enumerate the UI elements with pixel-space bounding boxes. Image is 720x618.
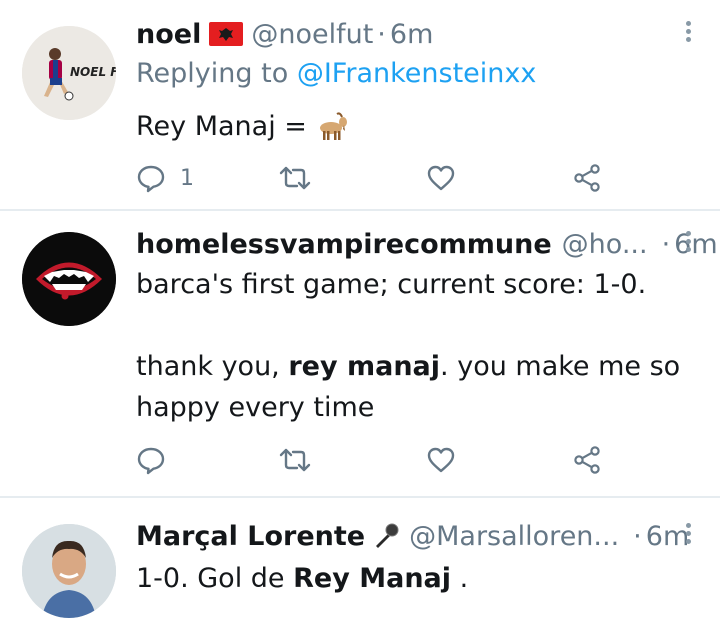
avatar[interactable] — [22, 524, 116, 618]
share-icon — [574, 446, 600, 474]
separator-dot: · — [377, 18, 386, 50]
tweet-actions: 1 — [136, 160, 616, 196]
avatar-logo-text: NOEL FUT — [70, 65, 116, 79]
author-name[interactable]: homelessvampirecommune — [136, 229, 552, 260]
author-name[interactable]: noel — [136, 19, 201, 50]
separator-dot: · — [633, 520, 642, 552]
retweet-icon — [279, 448, 311, 472]
share-button[interactable] — [572, 160, 602, 196]
microphone-emoji-icon — [376, 523, 399, 548]
tweet-text: Rey Manaj = — [136, 106, 349, 147]
share-button[interactable] — [572, 442, 602, 478]
replying-to: Replying to @IFrankensteinxx — [136, 58, 536, 89]
author-handle[interactable]: @noelfut — [251, 19, 373, 50]
more-icon[interactable] — [678, 18, 698, 50]
share-icon — [574, 164, 600, 192]
reply-icon — [137, 447, 165, 475]
divider — [0, 496, 720, 498]
avatar[interactable]: NOEL FUT — [22, 26, 116, 120]
tweet-homelessvampirecommune[interactable]: homelessvampirecommune @ho... · 6m barca… — [0, 224, 720, 494]
divider — [0, 209, 720, 211]
author-handle[interactable]: @Marsalloren... — [409, 521, 619, 552]
reply-button[interactable]: 1 — [136, 160, 194, 196]
like-button[interactable] — [426, 442, 456, 478]
tweet-text-line: thank you, rey manaj. you make me so — [136, 351, 681, 382]
more-icon[interactable] — [678, 520, 698, 552]
goat-emoji-icon — [319, 111, 347, 140]
reply-count: 1 — [180, 165, 194, 191]
bold-text: rey manaj — [288, 351, 441, 382]
albania-flag-icon — [209, 22, 244, 46]
retweet-icon — [279, 166, 311, 190]
tweet-text: barca's first game; current score: 1-0. … — [136, 264, 680, 428]
reply-icon — [137, 165, 165, 193]
tweet-marcal-lorente[interactable]: Marçal Lorente @Marsalloren... · 6m 1-0.… — [0, 516, 720, 618]
tweet-text-line: barca's first game; current score: 1-0. — [136, 269, 647, 300]
avatar-image — [22, 524, 116, 618]
separator-dot: · — [661, 228, 671, 260]
reply-button[interactable] — [136, 442, 166, 478]
like-icon — [427, 165, 455, 191]
retweet-button[interactable] — [278, 442, 312, 478]
avatar[interactable] — [22, 232, 116, 326]
mention-link[interactable]: @IFrankensteinxx — [297, 58, 537, 89]
avatar-image: NOEL FUT — [22, 26, 116, 120]
author-handle[interactable]: @ho... — [562, 229, 648, 260]
like-button[interactable] — [426, 160, 456, 196]
replying-prefix: Replying to — [136, 58, 289, 89]
avatar-image — [22, 232, 116, 326]
like-icon — [427, 447, 455, 473]
retweet-button[interactable] — [278, 160, 312, 196]
tweet-text-line: Rey Manaj = — [136, 111, 307, 142]
more-icon[interactable] — [678, 228, 698, 260]
tweet-actions — [136, 442, 616, 478]
tweet-text-line: happy every time — [136, 392, 375, 423]
tweet-noel[interactable]: NOEL FUT noel @noelfut · 6m Replying to … — [0, 14, 720, 210]
tweet-text: 1-0. Gol de Rey Manaj . — [136, 563, 469, 594]
timestamp[interactable]: 6m — [390, 19, 433, 50]
bold-text: Rey Manaj — [293, 563, 452, 594]
author-name[interactable]: Marçal Lorente — [136, 521, 365, 552]
